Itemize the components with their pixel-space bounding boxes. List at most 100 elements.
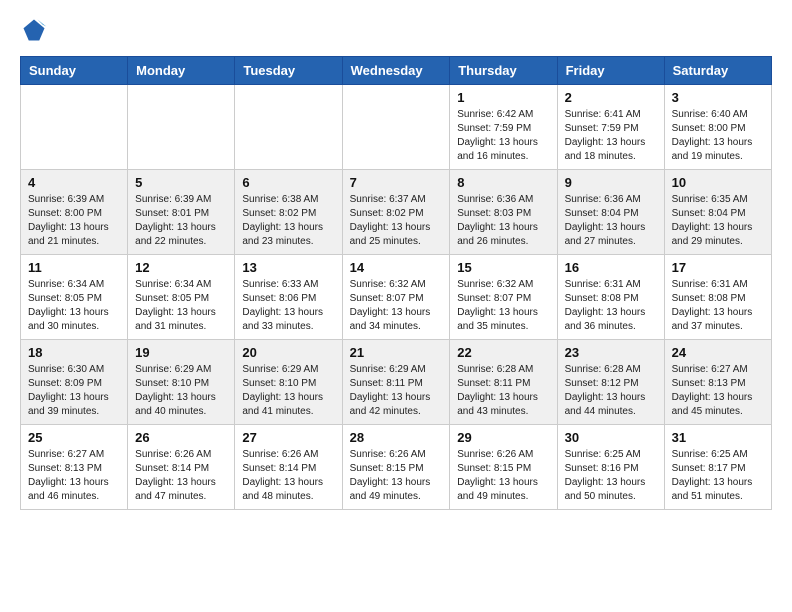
col-header-thursday: Thursday [450,57,557,85]
day-number: 18 [28,345,120,360]
day-info: Sunrise: 6:37 AM Sunset: 8:02 PM Dayligh… [350,193,443,249]
calendar-table: SundayMondayTuesdayWednesdayThursdayFrid… [20,56,772,510]
calendar-cell: 25 Sunrise: 6:27 AM Sunset: 8:13 PM Dayli… [21,425,128,510]
day-number: 19 [135,345,227,360]
day-number: 8 [457,175,549,190]
day-info: Sunrise: 6:31 AM Sunset: 8:08 PM Dayligh… [672,278,764,334]
day-number: 13 [242,260,334,275]
day-number: 11 [28,260,120,275]
calendar-cell: 23Sunrise: 6:28 AM Sunset: 8:12 PM Dayli… [557,340,664,425]
calendar-cell: 14Sunrise: 6:32 AM Sunset: 8:07 PM Dayli… [342,255,450,340]
day-info: Sunrise: 6:34 AM Sunset: 8:05 PM Dayligh… [135,278,227,334]
day-number: 30 [565,430,657,445]
calendar-cell: 6 Sunrise: 6:38 AM Sunset: 8:02 PM Daylig… [235,170,342,255]
day-number: 21 [350,345,443,360]
calendar-week-row: 11 Sunrise: 6:34 AM Sunset: 8:05 PM Dayli… [21,255,772,340]
day-info: Sunrise: 6:26 AM Sunset: 8:14 PM Dayligh… [242,448,334,504]
calendar-cell: 1Sunrise: 6:42 AM Sunset: 7:59 PM Daylig… [450,85,557,170]
calendar-cell: 3 Sunrise: 6:40 AM Sunset: 8:00 PM Daylig… [664,85,771,170]
day-info: Sunrise: 6:33 AM Sunset: 8:06 PM Dayligh… [242,278,334,334]
day-number: 25 [28,430,120,445]
day-number: 17 [672,260,764,275]
day-number: 23 [565,345,657,360]
calendar-cell: 19 Sunrise: 6:29 AM Sunset: 8:10 PM Dayli… [128,340,235,425]
day-number: 20 [242,345,334,360]
day-info: Sunrise: 6:29 AM Sunset: 8:10 PM Dayligh… [135,363,227,419]
calendar-cell: 4 Sunrise: 6:39 AM Sunset: 8:00 PM Daylig… [21,170,128,255]
calendar-cell [235,85,342,170]
calendar-cell: 22 Sunrise: 6:28 AM Sunset: 8:11 PM Dayli… [450,340,557,425]
calendar-cell: 13 Sunrise: 6:33 AM Sunset: 8:06 PM Dayli… [235,255,342,340]
day-number: 3 [672,90,764,105]
calendar-week-row: 1Sunrise: 6:42 AM Sunset: 7:59 PM Daylig… [21,85,772,170]
day-info: Sunrise: 6:29 AM Sunset: 8:10 PM Dayligh… [242,363,334,419]
col-header-saturday: Saturday [664,57,771,85]
day-info: Sunrise: 6:26 AM Sunset: 8:15 PM Dayligh… [350,448,443,504]
day-info: Sunrise: 6:28 AM Sunset: 8:11 PM Dayligh… [457,363,549,419]
calendar-header-row: SundayMondayTuesdayWednesdayThursdayFrid… [21,57,772,85]
day-info: Sunrise: 6:39 AM Sunset: 8:00 PM Dayligh… [28,193,120,249]
day-info: Sunrise: 6:27 AM Sunset: 8:13 PM Dayligh… [672,363,764,419]
day-info: Sunrise: 6:31 AM Sunset: 8:08 PM Dayligh… [565,278,657,334]
calendar-cell: 16 Sunrise: 6:31 AM Sunset: 8:08 PM Dayli… [557,255,664,340]
day-number: 12 [135,260,227,275]
day-number: 27 [242,430,334,445]
calendar-cell: 26 Sunrise: 6:26 AM Sunset: 8:14 PM Dayli… [128,425,235,510]
calendar-cell: 8 Sunrise: 6:36 AM Sunset: 8:03 PM Daylig… [450,170,557,255]
day-info: Sunrise: 6:32 AM Sunset: 8:07 PM Dayligh… [457,278,549,334]
day-info: Sunrise: 6:38 AM Sunset: 8:02 PM Dayligh… [242,193,334,249]
calendar-cell: 2 Sunrise: 6:41 AM Sunset: 7:59 PM Daylig… [557,85,664,170]
day-info: Sunrise: 6:25 AM Sunset: 8:17 PM Dayligh… [672,448,764,504]
calendar-cell: 15 Sunrise: 6:32 AM Sunset: 8:07 PM Dayli… [450,255,557,340]
calendar-cell: 10 Sunrise: 6:35 AM Sunset: 8:04 PM Dayli… [664,170,771,255]
logo-icon [20,16,48,44]
day-number: 10 [672,175,764,190]
day-number: 29 [457,430,549,445]
logo [20,16,52,44]
day-info: Sunrise: 6:36 AM Sunset: 8:04 PM Dayligh… [565,193,657,249]
calendar-cell [21,85,128,170]
day-number: 1 [457,90,549,105]
calendar-cell: 18 Sunrise: 6:30 AM Sunset: 8:09 PM Dayli… [21,340,128,425]
day-number: 31 [672,430,764,445]
col-header-tuesday: Tuesday [235,57,342,85]
day-number: 4 [28,175,120,190]
calendar-cell: 11 Sunrise: 6:34 AM Sunset: 8:05 PM Dayli… [21,255,128,340]
day-info: Sunrise: 6:35 AM Sunset: 8:04 PM Dayligh… [672,193,764,249]
day-number: 22 [457,345,549,360]
day-info: Sunrise: 6:26 AM Sunset: 8:14 PM Dayligh… [135,448,227,504]
calendar-cell: 12 Sunrise: 6:34 AM Sunset: 8:05 PM Dayli… [128,255,235,340]
day-number: 16 [565,260,657,275]
calendar-cell: 20 Sunrise: 6:29 AM Sunset: 8:10 PM Dayli… [235,340,342,425]
day-info: Sunrise: 6:36 AM Sunset: 8:03 PM Dayligh… [457,193,549,249]
calendar-cell: 9Sunrise: 6:36 AM Sunset: 8:04 PM Daylig… [557,170,664,255]
calendar-cell: 24 Sunrise: 6:27 AM Sunset: 8:13 PM Dayli… [664,340,771,425]
page-header [20,16,772,44]
calendar-cell: 7 Sunrise: 6:37 AM Sunset: 8:02 PM Daylig… [342,170,450,255]
day-number: 7 [350,175,443,190]
day-number: 28 [350,430,443,445]
day-info: Sunrise: 6:41 AM Sunset: 7:59 PM Dayligh… [565,108,657,164]
calendar-week-row: 18 Sunrise: 6:30 AM Sunset: 8:09 PM Dayli… [21,340,772,425]
day-number: 26 [135,430,227,445]
calendar-cell: 21 Sunrise: 6:29 AM Sunset: 8:11 PM Dayli… [342,340,450,425]
day-info: Sunrise: 6:26 AM Sunset: 8:15 PM Dayligh… [457,448,549,504]
day-number: 5 [135,175,227,190]
day-info: Sunrise: 6:34 AM Sunset: 8:05 PM Dayligh… [28,278,120,334]
day-info: Sunrise: 6:40 AM Sunset: 8:00 PM Dayligh… [672,108,764,164]
day-number: 6 [242,175,334,190]
calendar-cell: 30 Sunrise: 6:25 AM Sunset: 8:16 PM Dayli… [557,425,664,510]
calendar-cell [128,85,235,170]
col-header-monday: Monday [128,57,235,85]
day-info: Sunrise: 6:30 AM Sunset: 8:09 PM Dayligh… [28,363,120,419]
calendar-cell: 17 Sunrise: 6:31 AM Sunset: 8:08 PM Dayli… [664,255,771,340]
day-info: Sunrise: 6:25 AM Sunset: 8:16 PM Dayligh… [565,448,657,504]
day-number: 2 [565,90,657,105]
calendar-cell: 28 Sunrise: 6:26 AM Sunset: 8:15 PM Dayli… [342,425,450,510]
col-header-sunday: Sunday [21,57,128,85]
day-number: 24 [672,345,764,360]
day-number: 15 [457,260,549,275]
day-info: Sunrise: 6:27 AM Sunset: 8:13 PM Dayligh… [28,448,120,504]
day-number: 14 [350,260,443,275]
day-info: Sunrise: 6:29 AM Sunset: 8:11 PM Dayligh… [350,363,443,419]
